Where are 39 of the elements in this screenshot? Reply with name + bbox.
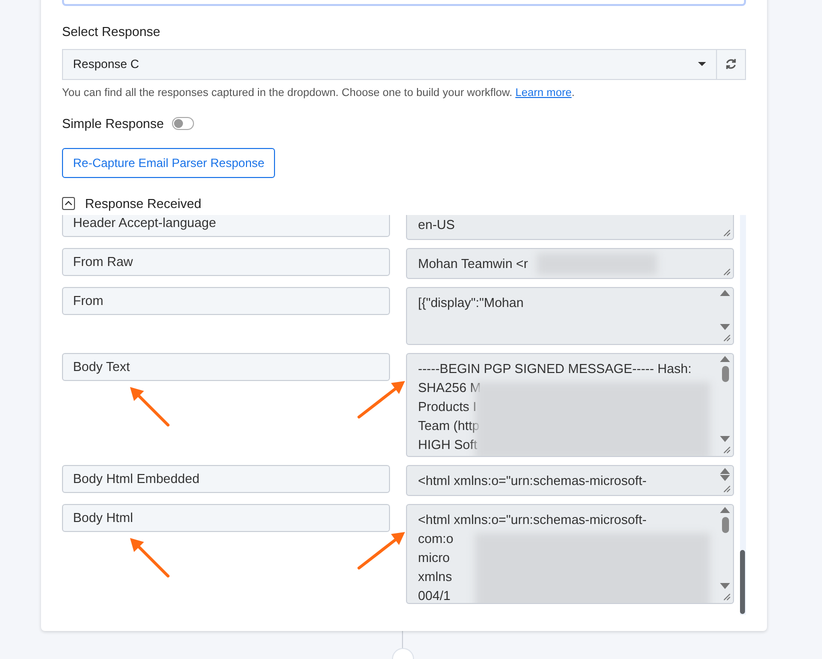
toggle-label: Simple Response [62,115,164,133]
value-textarea[interactable]: Mohan Teamwin <r [406,248,734,279]
help-text: You can find all the responses captured in the dropdown. Choose one to build your workflow. Learn more. [62,86,576,100]
field-name: Body Html [62,504,390,532]
resize-handle-icon[interactable] [723,446,731,454]
resize-handle-icon[interactable] [723,229,731,237]
scroll-down-icon[interactable] [720,324,730,330]
scrollbar-thumb[interactable] [722,366,728,382]
refresh-button[interactable] [717,48,746,80]
resize-handle-icon[interactable] [723,268,731,276]
collapse-toggle-icon[interactable] [62,196,75,210]
scroll-up-icon[interactable] [720,290,730,296]
field-label: Select Response [62,23,162,41]
resize-handle-icon[interactable] [723,334,731,342]
recapture-button[interactable]: Re-Capture Email Parser Response [62,148,276,178]
value-textarea[interactable]: <html xmlns:o="urn:schemas-microsoft- com:o micro xmlns 004/1 [406,504,734,604]
learn-more-link[interactable]: Learn more [515,86,572,98]
section-title: Response Received [85,194,202,213]
resize-handle-icon[interactable] [723,485,731,493]
scroll-down-icon[interactable] [720,436,730,442]
value-textarea[interactable]: [{"display":"Mohan [406,287,734,345]
scroll-down-icon[interactable] [720,475,730,481]
field-name: Body Html Embedded [62,465,390,493]
value-textarea[interactable]: <html xmlns:o="urn:schemas-microsoft- [406,465,734,496]
scrollbar-thumb[interactable] [740,550,745,614]
scroll-up-icon[interactable] [720,468,730,474]
field-name: Body Text [62,353,390,381]
scroll-down-icon[interactable] [720,583,730,589]
toggle-switch[interactable] [172,117,194,130]
resize-handle-icon[interactable] [723,593,731,601]
field-name: Header Accept-language [62,215,390,237]
value-textarea[interactable]: en-US [406,215,734,240]
response-dropdown[interactable]: Response C [62,48,717,80]
field-name: From Raw [62,248,390,276]
caret-icon [698,62,706,66]
value-textarea[interactable]: -----BEGIN PGP SIGNED MESSAGE----- Hash: SHA256 M Products I Team (http HIGH Soft [406,353,734,457]
field-name: From [62,287,390,315]
refresh-icon [725,58,737,70]
scrollbar-thumb[interactable] [722,517,728,533]
